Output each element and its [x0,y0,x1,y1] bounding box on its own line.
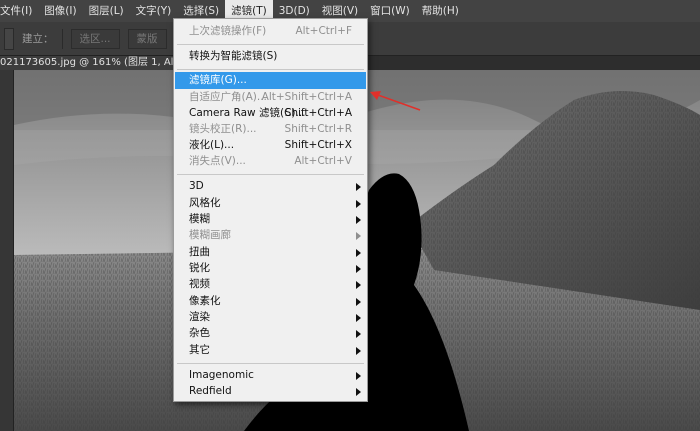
submenu-redfield[interactable]: Redfield [175,383,366,400]
submenu-blur-gallery-label: 模糊画廊 [189,229,231,241]
submenu-other-label: 其它 [189,344,210,356]
submenu-blur-gallery[interactable]: 模糊画廊 [175,227,366,244]
submenu-other[interactable]: 其它 [175,342,366,359]
submenu-sharpen-label: 锐化 [189,262,210,274]
convert-smart-filter-item[interactable]: 转换为智能滤镜(S) [175,48,366,65]
menu-window[interactable]: 窗口(W) [364,0,416,22]
submenu-arrow-icon [356,314,361,322]
make-mask-button[interactable]: 蒙版 [127,28,167,49]
make-selection-button[interactable]: 选区... [70,28,120,49]
submenu-redfield-label: Redfield [189,385,232,397]
liquify-label: 液化(L)... [189,139,235,151]
submenu-blur[interactable]: 模糊 [175,211,366,228]
submenu-arrow-icon [356,200,361,208]
submenu-arrow-icon [356,183,361,191]
camera-raw-filter-item[interactable]: Camera Raw 滤镜(C)... Shift+Ctrl+A [175,105,366,122]
menu-type[interactable]: 文字(Y) [130,0,178,22]
liquify-item[interactable]: 液化(L)... Shift+Ctrl+X [175,137,366,154]
submenu-video-label: 视频 [189,278,210,290]
submenu-arrow-icon [356,232,361,240]
filter-menu-dropdown: 上次滤镜操作(F) Alt+Ctrl+F 转换为智能滤镜(S) 滤镜库(G)..… [173,18,368,402]
options-divider [61,28,63,49]
submenu-arrow-icon [356,388,361,396]
menu-layer[interactable]: 图层(L) [83,0,130,22]
document-tab[interactable]: 021173605.jpg @ 161% (图层 1, Alpha 1/8) [0,56,175,70]
menu-image[interactable]: 图像(I) [38,0,82,22]
make-label: 建立： [22,33,54,45]
submenu-noise-label: 杂色 [189,327,210,339]
menu-divider [177,44,364,45]
options-panel-grip[interactable] [4,27,14,50]
submenu-3d-label: 3D [189,180,204,192]
submenu-noise[interactable]: 杂色 [175,325,366,342]
filter-gallery-label: 滤镜库(G)... [189,74,247,86]
submenu-video[interactable]: 视频 [175,276,366,293]
vanishing-point-item[interactable]: 消失点(V)... Alt+Ctrl+V [175,153,366,170]
menu-divider [177,363,364,364]
submenu-stylize[interactable]: 风格化 [175,195,366,212]
convert-smart-filter-label: 转换为智能滤镜(S) [189,50,278,62]
vanishing-point-label: 消失点(V)... [189,155,246,167]
submenu-blur-label: 模糊 [189,213,210,225]
submenu-arrow-icon [356,249,361,257]
submenu-arrow-icon [356,216,361,224]
submenu-distort[interactable]: 扭曲 [175,244,366,261]
adaptive-wide-angle-label: 自适应广角(A)... [189,91,267,103]
submenu-arrow-icon [356,330,361,338]
last-filter-item[interactable]: 上次滤镜操作(F) Alt+Ctrl+F [175,23,366,40]
tool-strip [0,70,14,431]
adaptive-wide-angle-item[interactable]: 自适应广角(A)... Alt+Shift+Ctrl+A [175,89,366,106]
submenu-imagenomic-label: Imagenomic [189,369,254,381]
submenu-arrow-icon [356,298,361,306]
menu-divider [177,69,364,70]
submenu-pixelate[interactable]: 像素化 [175,293,366,310]
submenu-arrow-icon [356,265,361,273]
last-filter-label: 上次滤镜操作(F) [189,25,267,37]
submenu-pixelate-label: 像素化 [189,295,221,307]
submenu-render-label: 渲染 [189,311,210,323]
submenu-imagenomic[interactable]: Imagenomic [175,367,366,384]
liquify-shortcut: Shift+Ctrl+X [284,139,352,151]
adaptive-wide-angle-shortcut: Alt+Shift+Ctrl+A [261,91,352,103]
vanishing-point-shortcut: Alt+Ctrl+V [294,155,352,167]
lens-correction-label: 镜头校正(R)... [189,123,257,135]
submenu-arrow-icon [356,372,361,380]
submenu-stylize-label: 风格化 [189,197,221,209]
menu-help[interactable]: 帮助(H) [416,0,465,22]
submenu-sharpen[interactable]: 锐化 [175,260,366,277]
camera-raw-filter-shortcut: Shift+Ctrl+A [284,107,352,119]
submenu-render[interactable]: 渲染 [175,309,366,326]
submenu-distort-label: 扭曲 [189,246,210,258]
submenu-arrow-icon [356,281,361,289]
menu-divider [177,174,364,175]
filter-gallery-item[interactable]: 滤镜库(G)... [175,72,366,89]
lens-correction-shortcut: Shift+Ctrl+R [284,123,352,135]
submenu-3d[interactable]: 3D [175,178,366,195]
menu-file[interactable]: 文件(I) [0,0,38,22]
submenu-arrow-icon [356,347,361,355]
lens-correction-item[interactable]: 镜头校正(R)... Shift+Ctrl+R [175,121,366,138]
last-filter-shortcut: Alt+Ctrl+F [295,25,352,37]
